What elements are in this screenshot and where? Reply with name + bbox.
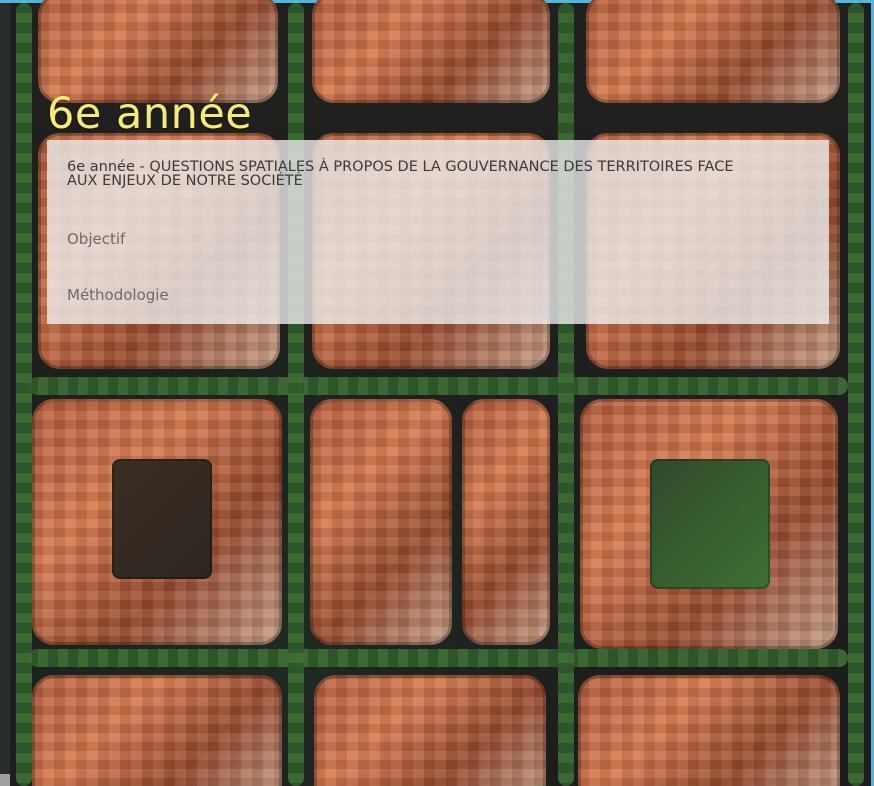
tree-lined-street — [28, 649, 848, 667]
city-block — [310, 399, 452, 645]
courtyard — [112, 459, 212, 579]
city-block — [580, 399, 838, 649]
tree-lined-street — [288, 3, 304, 786]
left-edge-strip — [0, 3, 10, 786]
link-methodologie[interactable]: Méthodologie — [67, 286, 169, 304]
city-block — [314, 675, 546, 786]
city-block — [462, 399, 550, 645]
city-block — [312, 0, 550, 103]
city-block — [586, 0, 840, 103]
link-objectif[interactable]: Objectif — [67, 230, 125, 248]
tree-lined-street — [848, 3, 864, 786]
panel-heading: 6e année - QUESTIONS SPATIALES À PROPOS … — [67, 159, 734, 189]
tree-lined-street — [558, 3, 574, 786]
scrollbar-corner[interactable] — [0, 774, 10, 786]
content-panel: 6e année - QUESTIONS SPATIALES À PROPOS … — [47, 140, 829, 324]
page-frame: 6e année 6e année - QUESTIONS SPATIALES … — [0, 0, 874, 786]
city-block — [32, 675, 282, 786]
tree-lined-street — [16, 3, 32, 786]
city-block — [578, 675, 840, 786]
page-title: 6e année — [47, 89, 253, 139]
city-block — [32, 399, 282, 645]
green-courtyard — [650, 459, 770, 589]
tree-lined-street — [28, 377, 848, 395]
